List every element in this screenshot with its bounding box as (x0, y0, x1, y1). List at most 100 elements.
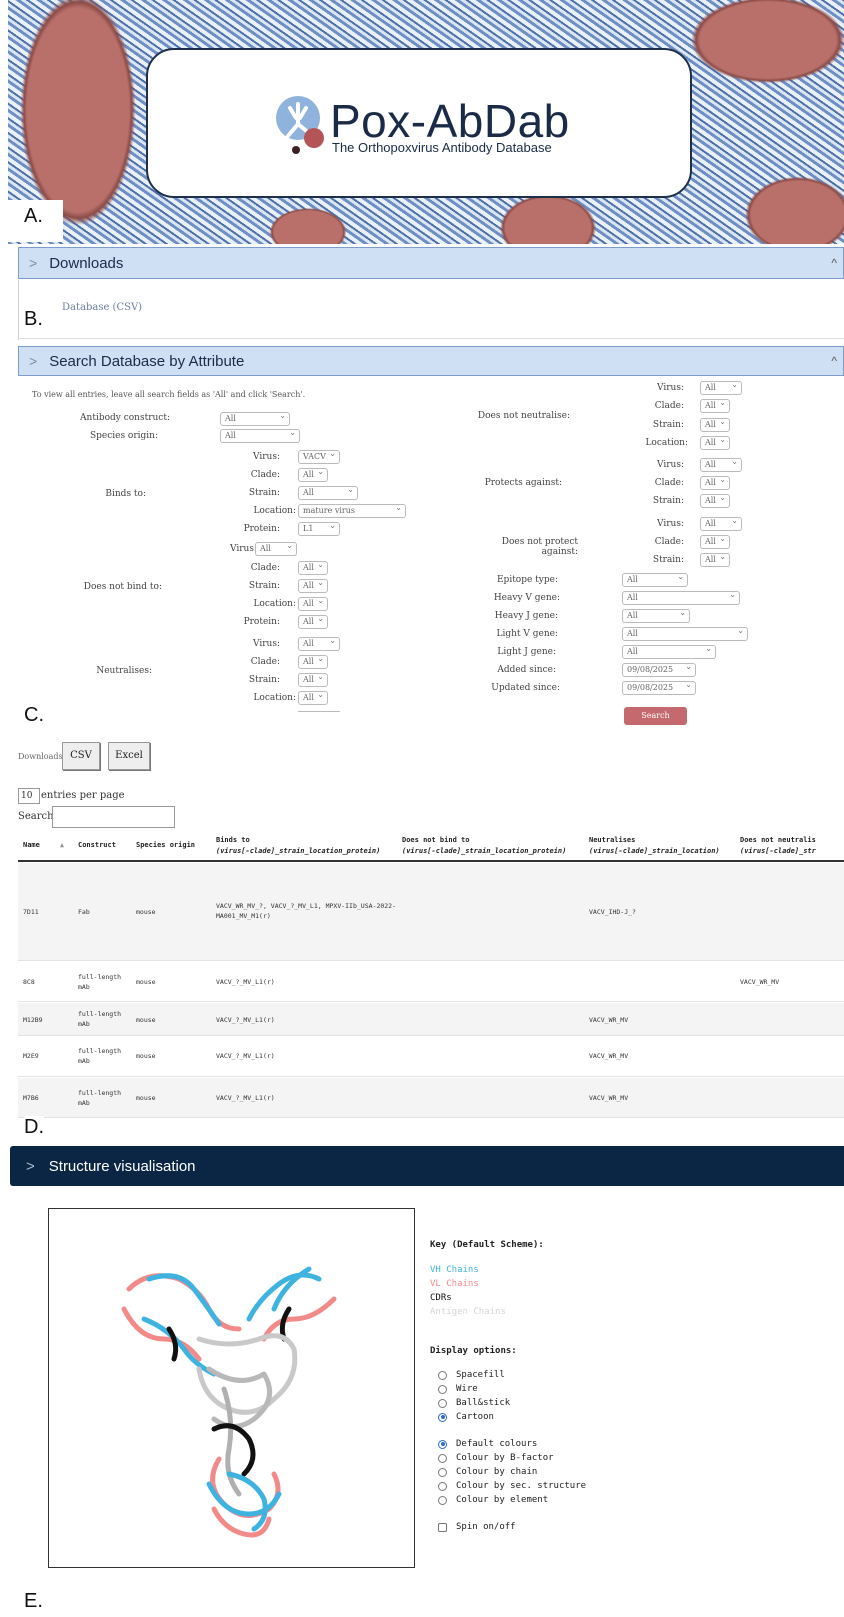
heavy-v-gene-label: Heavy V gene: (493, 593, 560, 603)
pox-abdab-logo-icon (276, 96, 324, 154)
cell-binds-to: VACV_?_MV_L1(r) (216, 1094, 275, 1102)
col-header-species[interactable]: Species origin (136, 840, 195, 851)
no-bind-protein-label: Protein: (243, 617, 280, 627)
no-neut-clade-select[interactable]: All (700, 397, 730, 413)
radio-icon (438, 1495, 447, 1505)
structure-accordion[interactable]: > Structure visualisation (10, 1146, 844, 1186)
no-protect-virus-select[interactable]: All (700, 515, 742, 531)
spin-checkbox[interactable]: Spin on/off (438, 1522, 516, 1532)
database-csv-link[interactable]: Database (CSV) (62, 302, 142, 313)
no-bind-location-select[interactable]: All (298, 595, 328, 611)
updated-since-label: Updated since: (491, 683, 560, 693)
no-bind-location-label: Location: (253, 599, 296, 609)
search-accordion[interactable]: > Search Database by Attribute ^ (18, 346, 844, 376)
neut-strain-select[interactable]: All (298, 671, 328, 687)
colour-secstructure-radio[interactable]: Colour by sec. structure (438, 1481, 586, 1491)
no-neut-location-select[interactable]: All (700, 434, 730, 450)
binds-location-select[interactable]: mature virus (298, 502, 406, 518)
no-protect-clade-select[interactable]: All (700, 533, 730, 549)
key-vl-chains: VL Chains (430, 1279, 479, 1289)
antibody-construct-select[interactable]: All (220, 410, 290, 426)
radio-selected-icon (438, 1439, 447, 1449)
neut-strain-label: Strain: (248, 675, 280, 685)
binds-strain-select[interactable]: All (298, 484, 358, 500)
cell-neutralises: VACV_WR_MV (589, 1052, 629, 1060)
divider (298, 711, 340, 712)
neut-location-select[interactable]: All (298, 689, 328, 705)
col-header-does-not-bind[interactable]: Does not bind to (virus[-clade]_strain_lo… (402, 835, 566, 857)
csv-download-button[interactable]: CSV (62, 742, 100, 770)
binds-protein-select[interactable]: L1 (298, 520, 340, 536)
colour-bfactor-radio[interactable]: Colour by B-factor (438, 1453, 554, 1463)
col-header-does-not-neutralise[interactable]: Does not neutralis (virus[-clade]_str (740, 835, 816, 857)
binds-to-label: Binds to: (105, 489, 146, 499)
binds-clade-select[interactable]: All (298, 466, 328, 482)
added-since-date-input[interactable]: 09/08/2025 (622, 661, 696, 677)
display-ballstick-radio[interactable]: Ball&stick (438, 1398, 510, 1408)
no-bind-strain-select[interactable]: All (298, 577, 328, 593)
downloads-accordion[interactable]: > Downloads ^ (18, 247, 844, 279)
page-size-select[interactable]: 10 (18, 788, 40, 804)
colour-element-radio[interactable]: Colour by element (438, 1495, 548, 1505)
radio-icon (438, 1467, 447, 1477)
table-row[interactable]: M7B6 full-length mAb mouse VACV_?_MV_L1(… (18, 1078, 844, 1118)
checkbox-icon (438, 1522, 447, 1532)
protects-strain-select[interactable]: All (700, 492, 730, 508)
radio-icon (438, 1384, 447, 1394)
light-j-gene-select[interactable]: All (622, 643, 716, 659)
binds-virus-label: Virus: (253, 452, 280, 462)
no-protect-strain-select[interactable]: All (700, 551, 730, 567)
binds-clade-label: Clade: (250, 470, 280, 480)
table-row[interactable]: 7D11 Fab mouse VACV_WR_MV_?, VACV_?_MV_L… (18, 863, 844, 961)
key-vh-chains: VH Chains (430, 1265, 479, 1275)
colour-chain-radio[interactable]: Colour by chain (438, 1467, 537, 1477)
radio-icon (438, 1370, 447, 1380)
no-protect-clade-label: Clade: (654, 537, 684, 547)
table-row[interactable]: 8C8 full-length mAb mouse VACV_?_MV_L1(r… (18, 962, 844, 1002)
no-bind-protein-select[interactable]: All (298, 613, 328, 629)
protects-clade-select[interactable]: All (700, 474, 730, 490)
neut-clade-label: Clade: (250, 657, 280, 667)
cell-binds-to: VACV_?_MV_L1(r) (216, 1052, 275, 1060)
colour-default-radio[interactable]: Default colours (438, 1439, 537, 1449)
no-bind-clade-select[interactable]: All (298, 559, 328, 575)
binds-virus-select[interactable]: VACV (298, 448, 340, 464)
table-row[interactable]: M2E9 full-length mAb mouse VACV_?_MV_L1(… (18, 1037, 844, 1077)
cell-construct: full-length mAb (78, 1010, 122, 1028)
neut-virus-select[interactable]: All (298, 635, 340, 651)
neut-clade-select[interactable]: All (298, 653, 328, 669)
cell-binds-to: VACV_WR_MV_?, VACV_?_MV_L1, MPXV-IIb_USA… (216, 902, 397, 920)
no-neut-strain-select[interactable]: All (700, 416, 730, 432)
no-bind-virus-label: Virus: (230, 544, 257, 554)
updated-since-date-input[interactable]: 09/08/2025 (622, 679, 696, 695)
display-cartoon-radio[interactable]: Cartoon (438, 1412, 494, 1422)
light-v-gene-select[interactable]: All (622, 625, 748, 641)
species-origin-select[interactable]: All (220, 427, 300, 443)
radio-icon (438, 1453, 447, 1463)
heavy-v-gene-select[interactable]: All (622, 589, 740, 605)
table-row[interactable]: M12B9 full-length mAb mouse VACV_?_MV_L1… (18, 1003, 844, 1036)
protects-virus-select[interactable]: All (700, 456, 742, 472)
site-subtitle: The Orthopoxvirus Antibody Database (332, 140, 552, 155)
structure-viewer[interactable] (48, 1208, 415, 1568)
panel-label-b: B. (24, 308, 43, 331)
key-cdrs: CDRs (430, 1293, 452, 1303)
does-not-neutralise-label: Does not neutralise: (477, 411, 570, 421)
col-header-binds-to[interactable]: Binds to (virus[-clade]_strain_location_p… (216, 835, 380, 857)
chevron-right-icon: > (29, 255, 38, 271)
excel-download-button[interactable]: Excel (108, 742, 150, 770)
no-bind-virus-select[interactable]: All (255, 540, 297, 556)
heavy-j-gene-select[interactable]: All (622, 607, 690, 623)
search-button[interactable]: Search (624, 707, 687, 725)
cell-does-not-neutralise: VACV_WR_MV (740, 978, 780, 986)
col-header-name[interactable]: Name ▲ (23, 840, 64, 851)
epitope-type-select[interactable]: All (622, 571, 688, 587)
no-neut-virus-select[interactable]: All (700, 379, 742, 395)
display-spacefill-radio[interactable]: Spacefill (438, 1370, 505, 1380)
table-search-input[interactable] (52, 806, 175, 828)
col-header-neutralises[interactable]: Neutralises (virus[-clade]_strain_locatio… (589, 835, 720, 857)
col-header-construct[interactable]: Construct (78, 840, 116, 851)
display-wire-radio[interactable]: Wire (438, 1384, 478, 1394)
key-title: Key (Default Scheme): (430, 1240, 544, 1250)
cell-name: M2E9 (23, 1052, 39, 1060)
